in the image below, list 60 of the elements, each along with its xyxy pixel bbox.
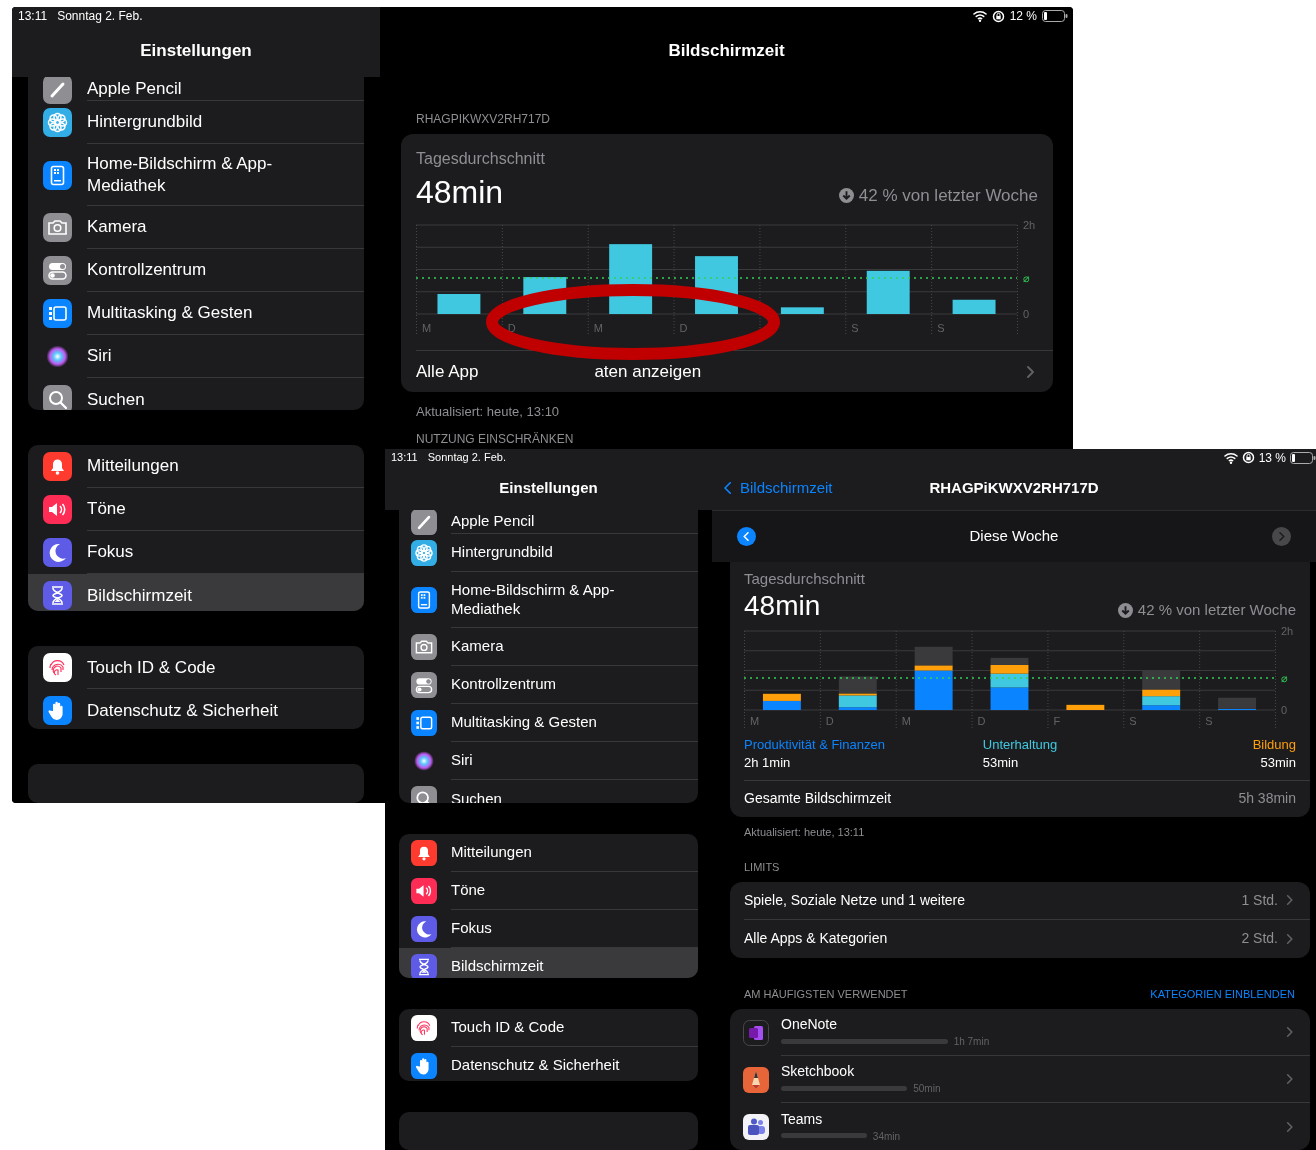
status-date: Sonntag 2. Feb. (57, 8, 143, 25)
usage-time: 50min (913, 1082, 941, 1096)
axis-day-label: M (422, 322, 432, 334)
updated-text: Aktualisiert: heute, 13:11 (743, 824, 866, 840)
category-time: 53min (1260, 753, 1296, 772)
updated-text: Aktualisiert: heute, 13:10 (415, 403, 561, 421)
limit-label: Alle Apps & Kategorien (744, 929, 889, 948)
summary-label: Tagesdurchschnitt (416, 149, 546, 169)
axis-tick-label: 0 (1281, 703, 1288, 716)
axis-day-label: D (679, 322, 688, 334)
comparison-text: 42 % von letzter Woche (1137, 600, 1296, 620)
summary-value: 48min (744, 588, 821, 623)
axis-tick-label: 0 (1023, 308, 1030, 320)
axis-tick-label: 2h (1281, 624, 1294, 637)
summary-value: 48min (416, 173, 504, 212)
axis-day-label: F (1053, 714, 1061, 727)
section-header: LIMITS (743, 860, 781, 875)
limit-label: Spiele, Soziale Netze und 1 weitere (744, 890, 967, 910)
app-name: Sketchbook (781, 1062, 856, 1080)
status-time: 13:11 (391, 450, 418, 466)
average-label: ⌀ (1023, 272, 1030, 285)
battery-percentage: 12 % (1009, 8, 1037, 25)
axis-day-label: S (937, 322, 945, 334)
category-time: 2h 1min (744, 753, 791, 772)
axis-day-label: D (825, 714, 834, 727)
status-time: 13:11 (18, 8, 48, 25)
page-title: Bildschirmzeit (668, 40, 785, 63)
total-label: Gesamte Bildschirmzeit (744, 789, 892, 808)
axis-day-label: S (1205, 714, 1213, 727)
axis-day-label: M (901, 714, 911, 727)
section-header: AM HÄUFIGSTEN VERWENDET (744, 986, 908, 1002)
category-name: Unterhaltung (982, 735, 1058, 754)
sidebar-title: Einstellungen (140, 40, 252, 63)
battery-percentage: 13 % (1258, 449, 1286, 467)
comparison-text: 42 % von letzter Woche (858, 184, 1038, 207)
limit-value: 1 Std. (1241, 890, 1278, 910)
axis-day-label: M (750, 714, 760, 727)
summary-label: Tagesdurchschnitt (744, 569, 866, 588)
section-header: NUTZUNG EINSCHRÄNKEN (415, 431, 575, 446)
week-label: Diese Woche (969, 526, 1059, 546)
usage-time: 1h 7min (953, 1035, 990, 1049)
page-title: RHAGPiKWXV2RH717D (929, 477, 1099, 498)
axis-day-label: M (593, 322, 603, 334)
sidebar-title: Einstellungen (499, 477, 598, 498)
app-name: OneNote (781, 1015, 839, 1033)
axis-day-label: S (851, 322, 859, 334)
usage-time: 34min (872, 1129, 901, 1144)
total-value: 5h 38min (1238, 789, 1296, 808)
section-header: RHAGPIKWXV2RH717D (415, 111, 552, 128)
category-time: 53min (982, 753, 1019, 772)
average-label: ⌀ (1281, 671, 1288, 684)
category-name: Bildung (1252, 735, 1296, 754)
status-date: Sonntag 2. Feb. (427, 450, 506, 466)
axis-tick-label: 2h (1023, 219, 1036, 231)
axis-day-label: S (1129, 714, 1137, 727)
axis-day-label: D (977, 714, 986, 727)
axis-day-label: D (507, 322, 516, 334)
category-name: Produktivität & Finanzen (744, 735, 885, 754)
app-name: Teams (781, 1109, 824, 1128)
limit-value: 2 Std. (1241, 929, 1278, 948)
